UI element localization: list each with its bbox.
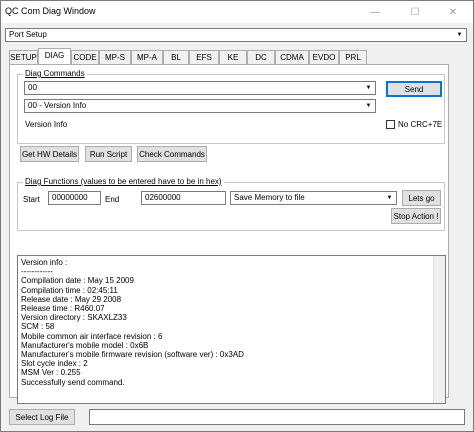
get-hw-details-button[interactable]: Get HW Details: [20, 146, 79, 162]
tab-evdo[interactable]: EVDO: [309, 50, 339, 64]
window-title: QC Com Diag Window: [5, 6, 96, 16]
no-crc-label: No CRC+7E: [398, 120, 443, 129]
tab-mp-a[interactable]: MP-A: [131, 50, 163, 64]
command-select[interactable]: 00 - Version Info ▼: [24, 99, 376, 113]
output-line: ------------: [21, 267, 53, 277]
start-address-input[interactable]: 00000000: [48, 191, 101, 205]
title-bar: QC Com Diag Window — ☐ ✕: [1, 1, 473, 23]
tab-setup[interactable]: SETUP: [9, 50, 38, 64]
command-input[interactable]: 00 ▼: [24, 81, 376, 95]
port-setup-value: Port Setup: [9, 30, 47, 39]
tab-mp-s[interactable]: MP-S: [99, 50, 131, 64]
check-commands-button[interactable]: Check Commands: [137, 146, 207, 162]
chevron-down-icon: ▼: [365, 85, 372, 91]
end-address-input[interactable]: 02600000: [141, 191, 226, 205]
diag-commands-label: Diag Commands: [23, 69, 87, 78]
tab-bl[interactable]: BL: [163, 50, 189, 64]
send-button[interactable]: Send: [386, 81, 442, 97]
qc-com-diag-window: QC Com Diag Window — ☐ ✕ Port Setup ▼ SE…: [0, 0, 474, 432]
chevron-down-icon: ▼: [365, 103, 372, 109]
output-line: Compilation time : 02:45:11: [21, 285, 118, 295]
start-label: Start: [23, 195, 40, 204]
output-line: Compilation date : May 15 2009: [21, 276, 134, 286]
maximize-button[interactable]: ☐: [395, 1, 435, 23]
tab-code[interactable]: CODE: [71, 50, 99, 64]
function-value: Save Memory to file: [234, 193, 305, 202]
diag-functions-label: Diag Functions (values to be entered hav…: [23, 177, 224, 186]
minimize-button[interactable]: —: [355, 1, 395, 23]
output-line: Manufacturer's mobile firmware revision …: [21, 350, 244, 360]
select-log-file-button[interactable]: Select Log File: [9, 409, 75, 425]
port-setup-dropdown[interactable]: Port Setup ▼: [5, 28, 467, 42]
output-log[interactable]: Version info : ------------ Compilation …: [17, 255, 446, 404]
output-line: Release time : R460.07: [21, 304, 105, 314]
tab-dc[interactable]: DC: [247, 50, 275, 64]
diag-functions-group: Diag Functions (values to be entered hav…: [17, 177, 445, 231]
tab-prl[interactable]: PRL: [339, 50, 367, 64]
stop-action-button[interactable]: Stop Action !: [391, 208, 441, 224]
output-line: Version directory : SKAXLZ33: [21, 313, 127, 323]
run-script-button[interactable]: Run Script: [85, 146, 132, 162]
output-line: Mobile common air interface revision : 6: [21, 331, 163, 341]
no-crc-checkbox[interactable]: [386, 120, 395, 129]
tab-diag[interactable]: DIAG: [38, 48, 71, 64]
end-label: End: [105, 195, 120, 204]
lets-go-button[interactable]: Lets go: [402, 190, 441, 206]
tab-cdma[interactable]: CDMA: [275, 50, 309, 64]
close-button[interactable]: ✕: [433, 1, 473, 23]
tab-ke[interactable]: KE: [219, 50, 247, 64]
function-select[interactable]: Save Memory to file ▼: [230, 191, 397, 205]
output-line: Slot cycle index : 2: [21, 359, 88, 369]
output-line: Manufacturer's mobile model : 0x6B: [21, 340, 149, 350]
command-description: Version Info: [25, 120, 68, 129]
chevron-down-icon: ▼: [456, 32, 463, 38]
output-line: Version info :: [21, 258, 68, 267]
log-file-path-input[interactable]: [89, 409, 465, 425]
command-value: 00: [28, 83, 37, 92]
tab-efs[interactable]: EFS: [189, 50, 219, 64]
selected-command: 00 - Version Info: [28, 101, 87, 110]
output-line: SCM : 58: [21, 322, 55, 332]
output-line: MSM Ver : 0.255: [21, 368, 81, 378]
output-status-line: Successfully send command.: [21, 377, 125, 387]
output-scrollbar[interactable]: [433, 256, 445, 403]
chevron-down-icon: ▼: [386, 195, 393, 201]
output-line: Release date : May 29 2008: [21, 294, 122, 304]
